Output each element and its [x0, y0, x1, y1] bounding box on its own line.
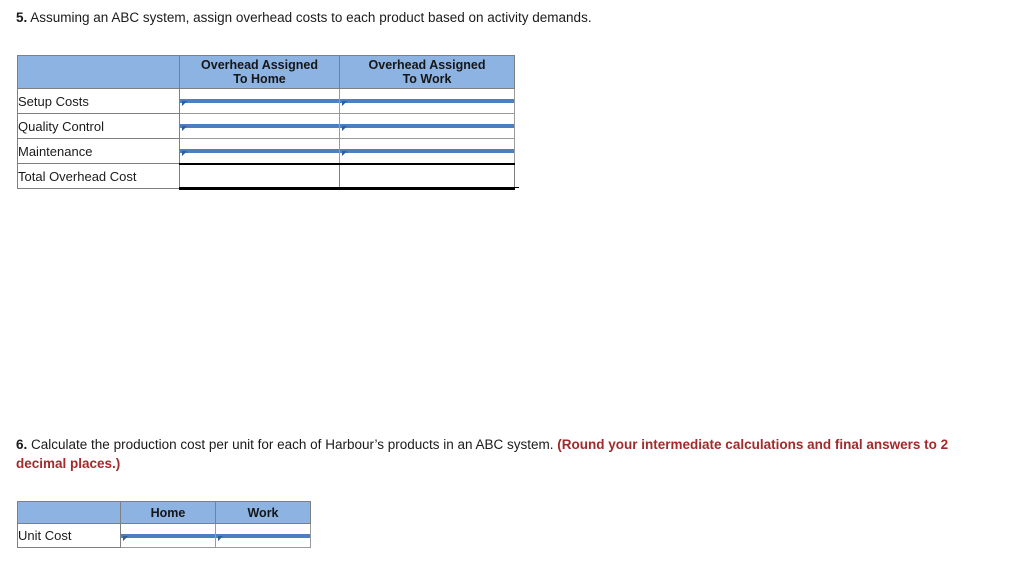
input-quality-control-work[interactable]	[340, 124, 514, 131]
input-unit-cost-work[interactable]	[216, 533, 310, 541]
unit-cost-table: Home Work Unit Cost	[17, 501, 311, 548]
cell-setup-costs-work[interactable]	[339, 88, 515, 114]
table-header-row: Home Work	[17, 501, 311, 524]
cell-total-overhead-work[interactable]	[339, 162, 515, 190]
overhead-assignment-table: Overhead Assigned To Home Overhead Assig…	[17, 55, 515, 190]
table-row: Quality Control	[17, 113, 515, 139]
input-maintenance-home[interactable]	[180, 148, 339, 156]
cell-setup-costs-home[interactable]	[179, 88, 340, 114]
table-row: Unit Cost	[17, 523, 311, 548]
question-6-prompt: 6. Calculate the production cost per uni…	[16, 435, 996, 473]
header-work-line-2: To Work	[402, 72, 452, 86]
header-home: Home	[120, 501, 216, 524]
header-work-line-1: Overhead Assigned	[368, 58, 486, 72]
header-work: Work	[215, 501, 311, 524]
row-label-maintenance: Maintenance	[17, 138, 180, 164]
cell-unit-cost-work[interactable]	[215, 523, 311, 548]
question-6-number: 6.	[16, 437, 28, 452]
row-label-setup-costs: Setup Costs	[17, 88, 180, 114]
input-maintenance-work[interactable]	[340, 148, 514, 156]
row-label-unit-cost: Unit Cost	[17, 523, 121, 548]
row-label-total-overhead-cost: Total Overhead Cost	[17, 163, 180, 189]
table-row: Maintenance	[17, 138, 515, 164]
input-setup-costs-home[interactable]	[180, 99, 339, 106]
question-5-number: 5.	[16, 10, 28, 25]
table-row-total: Total Overhead Cost	[17, 162, 515, 190]
table-header-row: Overhead Assigned To Home Overhead Assig…	[17, 55, 515, 89]
cell-quality-control-work[interactable]	[339, 113, 515, 139]
header-home-line-2: To Home	[233, 72, 286, 86]
cell-unit-cost-home[interactable]	[120, 523, 216, 548]
total-double-underline	[179, 187, 519, 188]
input-quality-control-home[interactable]	[180, 124, 339, 131]
question-5-text: Assuming an ABC system, assign overhead …	[27, 10, 592, 25]
input-setup-costs-work[interactable]	[340, 99, 514, 106]
cell-total-overhead-home[interactable]	[179, 162, 340, 190]
row-label-quality-control: Quality Control	[17, 113, 180, 139]
cell-quality-control-home[interactable]	[179, 113, 340, 139]
input-unit-cost-home[interactable]	[121, 533, 215, 541]
header-overhead-assigned-to-home: Overhead Assigned To Home	[179, 55, 340, 89]
question-6-text: Calculate the production cost per unit f…	[27, 437, 558, 452]
cell-maintenance-work[interactable]	[339, 138, 515, 164]
header-corner-cell	[17, 55, 180, 89]
header-corner-cell	[17, 501, 121, 524]
cell-maintenance-home[interactable]	[179, 138, 340, 164]
table-row: Setup Costs	[17, 88, 515, 114]
header-home-line-1: Overhead Assigned	[201, 58, 318, 72]
header-overhead-assigned-to-work: Overhead Assigned To Work	[339, 55, 515, 89]
question-5-prompt: 5. Assuming an ABC system, assign overhe…	[16, 8, 996, 27]
